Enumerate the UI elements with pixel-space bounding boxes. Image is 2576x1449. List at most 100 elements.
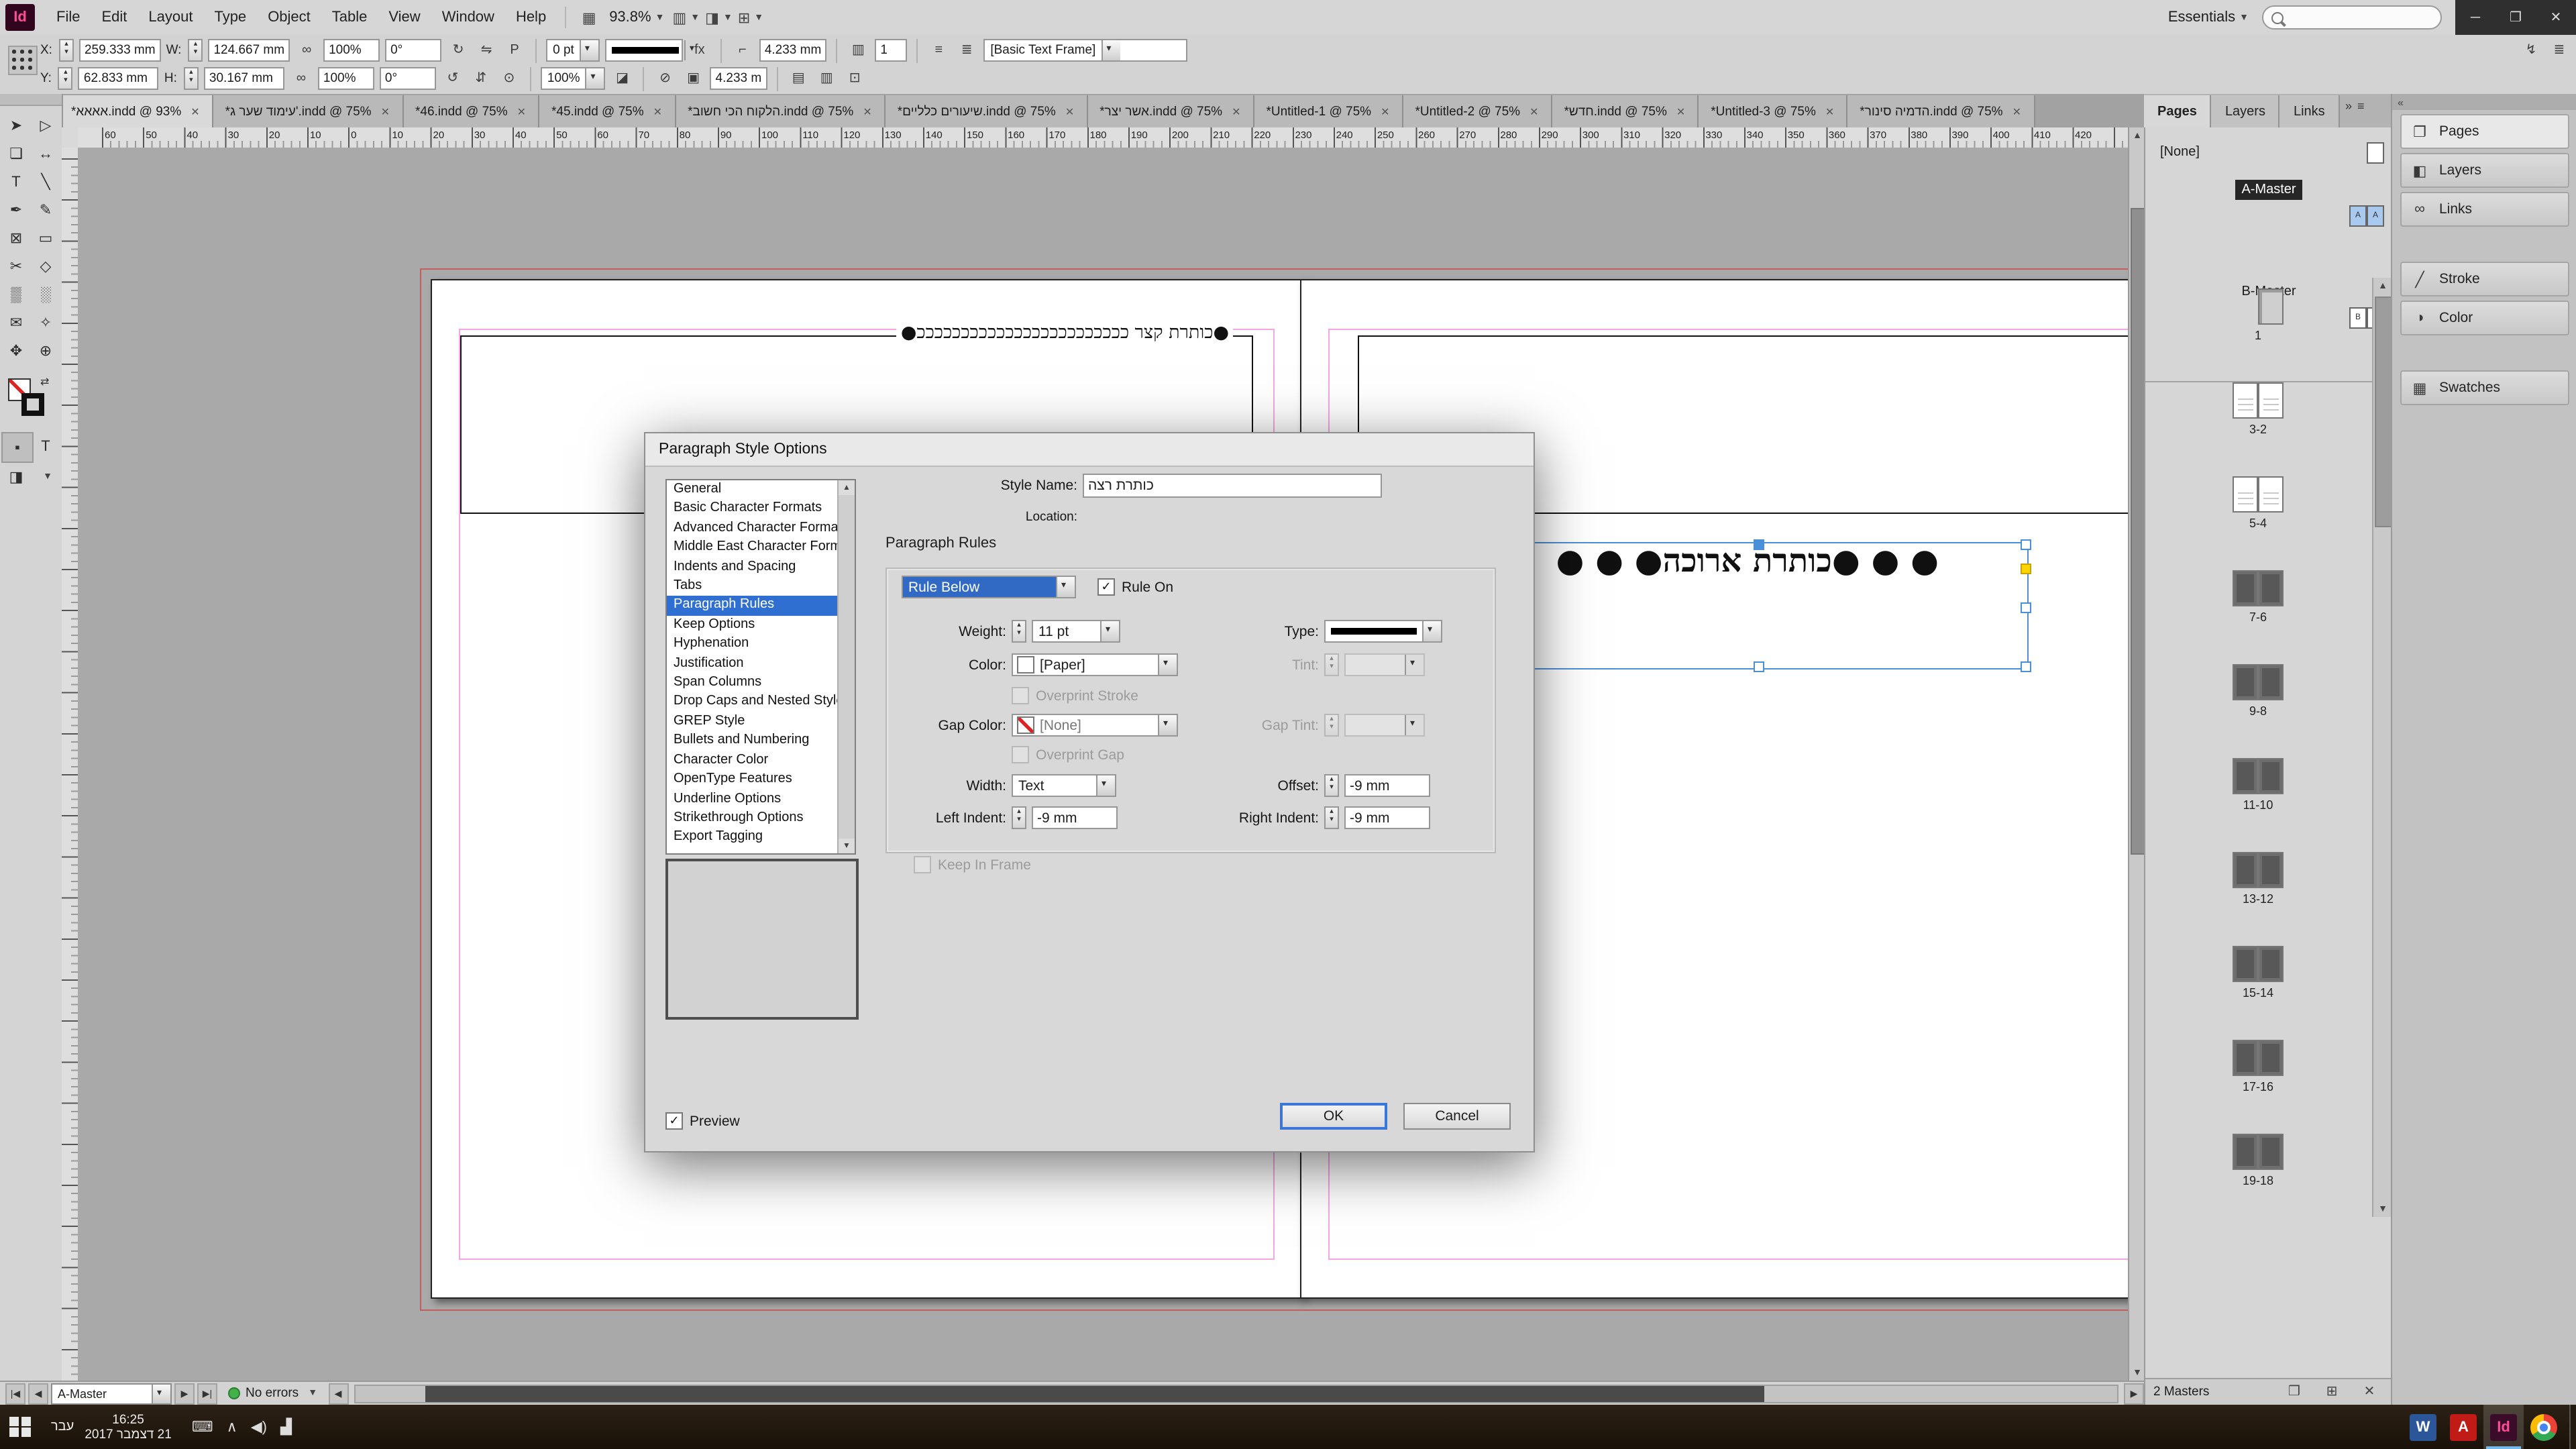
dock-color-button[interactable]: ◑ Color (2400, 301, 2569, 335)
tab-close-icon[interactable]: ✕ (1381, 105, 1389, 117)
first-page-button[interactable]: |◀ (5, 1383, 25, 1404)
distribute-objects-icon[interactable]: ▥ (815, 68, 838, 89)
menu-item[interactable]: Object (257, 9, 321, 25)
ruler-origin-corner[interactable] (62, 127, 79, 149)
style-name-input[interactable]: כותרת רצה (1083, 474, 1382, 498)
workspace-switcher[interactable]: Essentials▼ (2168, 9, 2249, 25)
style-category-item[interactable]: Justification (667, 654, 837, 674)
zoom-tool[interactable]: ⊕ (31, 337, 60, 365)
style-category-item[interactable]: Tabs (667, 577, 837, 596)
rotation-angle-field[interactable]: 0° (380, 67, 436, 90)
scroll-down-icon[interactable]: ▼ (2373, 1201, 2392, 1217)
selected-text-frame[interactable]: ● ● ●כותרת ארוכה● ● ● (1487, 542, 2029, 669)
master-page-thumbnail[interactable] (2349, 142, 2384, 163)
apply-to-container-icon[interactable]: ▪ (1, 432, 34, 463)
constrain-proportions-icon[interactable]: ∞ (295, 40, 318, 61)
height-field[interactable]: 30.167 mm (204, 67, 284, 90)
delete-page-icon[interactable]: ✕ (2357, 1380, 2381, 1404)
document-tab[interactable]: *אשר יצר.indd @ 75% ✕ (1087, 95, 1254, 127)
toolbar-grip[interactable] (0, 94, 62, 106)
arrange-documents-icon[interactable]: ⊞▼ (738, 5, 763, 30)
acrobat-app-icon[interactable]: A (2443, 1405, 2483, 1449)
document-tab[interactable]: *עימוד שער ג'.indd @ 75% ✕ (213, 95, 403, 127)
select-container-icon[interactable]: ⊙ (498, 68, 521, 89)
screen-mode-menu-icon[interactable]: ▼ (31, 463, 60, 491)
scroll-up-icon[interactable]: ▲ (2129, 127, 2145, 144)
expand-dock-icon[interactable]: « (2398, 96, 2404, 108)
pencil-tool[interactable]: ✎ (31, 196, 60, 224)
style-category-item[interactable]: Strikethrough Options (667, 809, 837, 828)
selection-tool[interactable]: ➤ (1, 111, 31, 140)
dropdown-arrow-icon[interactable] (1158, 655, 1177, 675)
search-input[interactable] (2262, 5, 2442, 30)
document-tab[interactable]: *הלקוח הכי חשוב.indd @ 75% ✕ (676, 95, 885, 127)
menu-item[interactable]: Table (321, 9, 378, 25)
maximize-button[interactable]: ❐ (2496, 0, 2536, 35)
stroke-color-chip[interactable] (21, 393, 44, 416)
eyedropper-tool[interactable]: ✧ (31, 309, 60, 337)
document-tab[interactable]: *Untitled-3 @ 75% ✕ (1699, 95, 1847, 127)
y-stepper[interactable] (58, 67, 73, 90)
text-align-left-icon[interactable]: ≡ (927, 40, 950, 61)
chrome-app-icon[interactable] (2524, 1405, 2564, 1449)
gradient-swatch-tool[interactable]: ▒ (1, 280, 31, 309)
menu-item[interactable]: Layout (138, 9, 203, 25)
style-category-item[interactable]: Keep Options (667, 616, 837, 635)
dropdown-arrow-icon[interactable] (586, 68, 604, 89)
offset-stepper[interactable] (1324, 774, 1339, 797)
dropdown-arrow-icon[interactable] (1158, 715, 1177, 735)
style-category-item[interactable]: GREP Style (667, 712, 837, 732)
scissors-tool[interactable]: ✂ (1, 252, 31, 280)
cancel-button[interactable]: Cancel (1403, 1103, 1511, 1130)
page-spread-item[interactable]: 1 (2233, 278, 2284, 372)
volume-icon[interactable]: ◀) (251, 1418, 267, 1436)
type-tool[interactable]: T (1, 168, 31, 196)
ok-button[interactable]: OK (1280, 1103, 1387, 1130)
master-page-row[interactable]: A-Master A A (2145, 169, 2392, 271)
pen-tool[interactable]: ✒ (1, 196, 31, 224)
style-category-item[interactable]: Underline Options (667, 790, 837, 809)
style-category-item[interactable]: Middle East Character Formats (667, 538, 837, 557)
page-tool[interactable]: ❏ (1, 140, 31, 168)
gradient-feather-tool[interactable]: ░ (31, 280, 60, 309)
style-category-item[interactable]: Drop Caps and Nested Styles (667, 693, 837, 712)
text-wrap-icon[interactable]: ⊘ (654, 68, 677, 89)
hand-tool[interactable]: ✥ (1, 337, 31, 365)
columns-field[interactable]: 1 (875, 39, 907, 62)
master-page-row[interactable]: [None] (2145, 136, 2392, 169)
category-list-scrollbar[interactable]: ▲ ▼ (837, 480, 855, 853)
panel-menu-icon[interactable]: ≡ (2357, 99, 2365, 113)
show-desktop-button[interactable] (2569, 1405, 2576, 1449)
panel-tab[interactable]: Pages (2144, 95, 2212, 127)
scroll-up-icon[interactable]: ▲ (839, 480, 855, 495)
swap-fill-stroke-icon[interactable]: ⇄ (40, 376, 49, 388)
tab-close-icon[interactable]: ✕ (2012, 105, 2021, 117)
dropdown-arrow-icon[interactable] (1096, 775, 1115, 796)
language-indicator[interactable]: עבר (51, 1419, 74, 1434)
keyboard-icon[interactable]: ⌨ (192, 1418, 213, 1436)
page-spread-item[interactable]: 17-16 (2233, 1029, 2284, 1123)
indesign-app-icon[interactable]: Id (2483, 1405, 2524, 1449)
dropdown-arrow-icon[interactable] (1422, 621, 1441, 641)
dropdown-arrow-icon[interactable] (580, 40, 598, 60)
network-icon[interactable]: ▟ (280, 1418, 292, 1436)
edit-page-size-icon[interactable]: ❒ (2282, 1380, 2306, 1404)
pages-scroll-thumb[interactable] (2375, 297, 2392, 527)
gap-color-dropdown[interactable]: [None] (1012, 714, 1178, 737)
view-grid-icon[interactable]: ▦ (577, 5, 601, 30)
left-indent-field[interactable]: -9 mm (1032, 806, 1118, 829)
rule-type-dropdown[interactable] (1324, 620, 1442, 643)
vertical-scrollbar[interactable]: ▲ ▼ (2128, 127, 2145, 1381)
start-button[interactable] (0, 1405, 40, 1449)
scroll-right-icon[interactable]: ▶ (2124, 1383, 2144, 1404)
rotate-ccw-icon[interactable]: ↺ (441, 68, 464, 89)
rule-width-dropdown[interactable]: Text (1012, 774, 1116, 797)
document-tab[interactable]: *חדש.indd @ 75% ✕ (1552, 95, 1699, 127)
menu-item[interactable]: Help (505, 9, 557, 25)
document-tab[interactable]: *אאאא.indd @ 93% ✕ (59, 95, 213, 127)
x-position-field[interactable]: 259.333 mm (79, 39, 161, 62)
tab-close-icon[interactable]: ✕ (1232, 105, 1240, 117)
dropdown-arrow-icon[interactable] (152, 1384, 170, 1403)
style-category-item[interactable]: Advanced Character Formats (667, 519, 837, 539)
dock-pages-button[interactable]: ❐ Pages (2400, 114, 2569, 149)
